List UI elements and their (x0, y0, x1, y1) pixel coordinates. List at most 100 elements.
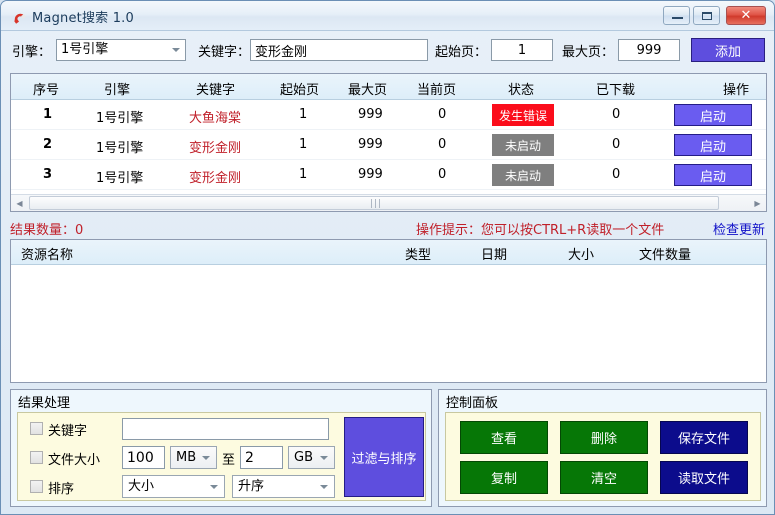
window-title: Magnet搜索 1.0 (32, 7, 134, 26)
table-row[interactable]: 1 1号引擎 大鱼海棠 1 999 0 发生错误 0 启动 (11, 100, 766, 130)
close-icon: ✕ (727, 7, 765, 24)
check-update-link[interactable]: 检查更新 (713, 219, 765, 238)
start-page-label: 起始页： (435, 41, 487, 60)
task-col-action[interactable]: 操作 (723, 79, 749, 98)
scrollbar-thumb[interactable]: ||| (29, 196, 719, 210)
result-col-type[interactable]: 类型 (405, 244, 431, 263)
clear-button-label: 清空 (591, 468, 617, 487)
row-keyword: 变形金刚 (189, 137, 241, 156)
keyword-label: 关键字： (198, 41, 250, 60)
row-max-page: 999 (358, 137, 383, 152)
task-col-status[interactable]: 状态 (508, 79, 534, 98)
row-current-page: 0 (438, 107, 446, 122)
filesize-range-to-label: 至 (222, 449, 235, 468)
result-processing-title: 结果处理 (18, 392, 70, 411)
task-col-start-page[interactable]: 起始页 (280, 79, 319, 98)
row-start-page: 1 (299, 107, 307, 122)
app-magnet-icon (10, 8, 26, 24)
save-file-button-label: 保存文件 (678, 428, 730, 447)
keyword-filter-input[interactable] (122, 418, 329, 440)
start-page-input[interactable] (491, 39, 553, 61)
start-task-label: 启动 (700, 106, 726, 125)
row-current-page: 0 (438, 167, 446, 182)
sort-field-select[interactable]: 大小 (122, 475, 225, 498)
copy-button[interactable]: 复制 (460, 461, 548, 494)
start-task-button[interactable]: 启动 (674, 164, 752, 186)
row-engine: 1号引擎 (96, 137, 143, 156)
table-row[interactable]: 3 1号引擎 变形金刚 1 999 0 未启动 0 启动 (11, 160, 766, 190)
result-col-date[interactable]: 日期 (481, 244, 507, 263)
task-col-downloaded[interactable]: 已下载 (596, 79, 635, 98)
chevron-down-icon (172, 48, 180, 52)
read-file-button[interactable]: 读取文件 (660, 461, 748, 494)
filesize-filter-label: 文件大小 (48, 449, 100, 468)
sort-checkbox[interactable] (30, 480, 43, 493)
task-col-engine[interactable]: 引擎 (104, 79, 130, 98)
add-task-button[interactable]: 添加 (691, 38, 765, 62)
scroll-right-icon[interactable]: ▶ (749, 195, 766, 211)
engine-label: 引擎： (12, 41, 51, 60)
max-page-input[interactable] (618, 39, 680, 61)
start-task-label: 启动 (700, 166, 726, 185)
row-current-page: 0 (438, 137, 446, 152)
clear-button[interactable]: 清空 (560, 461, 648, 494)
delete-button-label: 删除 (591, 428, 617, 447)
row-keyword: 大鱼海棠 (189, 107, 241, 126)
add-task-label: 添加 (715, 41, 741, 60)
keyword-input[interactable] (250, 39, 428, 61)
filesize-filter-checkbox[interactable] (30, 451, 43, 464)
start-task-button[interactable]: 启动 (674, 134, 752, 156)
result-table-body[interactable] (11, 266, 766, 382)
row-engine: 1号引擎 (96, 107, 143, 126)
row-downloaded: 0 (612, 137, 620, 152)
sort-field-value: 大小 (128, 476, 154, 497)
filesize-filter-row: 文件大小 (30, 446, 125, 470)
filesize-min-input[interactable] (122, 446, 165, 469)
task-col-current-page[interactable]: 当前页 (417, 79, 456, 98)
view-button[interactable]: 查看 (460, 421, 548, 454)
app-window: Magnet搜索 1.0 ✕ 引擎： 1号引擎 关键字： 起始页： 最大页： 添… (0, 0, 775, 515)
minimize-button[interactable] (663, 6, 690, 25)
start-task-button[interactable]: 启动 (674, 104, 752, 126)
filesize-min-unit-value: MB (176, 447, 196, 468)
title-bar: Magnet搜索 1.0 ✕ (1, 1, 774, 31)
row-index: 1 (43, 107, 52, 122)
task-col-index[interactable]: 序号 (33, 79, 59, 98)
filesize-max-unit-select[interactable]: GB (288, 446, 335, 469)
filesize-max-input[interactable] (240, 446, 283, 469)
keyword-filter-checkbox[interactable] (30, 422, 43, 435)
filter-and-sort-label: 过滤与排序 (351, 448, 416, 467)
result-table-header: 资源名称 类型 日期 大小 文件数量 (11, 240, 766, 265)
operation-hint-text: 操作提示：您可以按CTRL+R读取一个文件 (416, 219, 664, 238)
row-max-page: 999 (358, 167, 383, 182)
filter-and-sort-button[interactable]: 过滤与排序 (344, 417, 424, 497)
row-downloaded: 0 (612, 167, 620, 182)
engine-select[interactable]: 1号引擎 (56, 39, 186, 61)
row-start-page: 1 (299, 167, 307, 182)
task-table-header: 序号 引擎 关键字 起始页 最大页 当前页 状态 已下载 操作 (11, 74, 766, 100)
task-table-horizontal-scrollbar[interactable]: ◀ ||| ▶ (11, 194, 766, 211)
row-engine: 1号引擎 (96, 167, 143, 186)
task-table: 序号 引擎 关键字 起始页 最大页 当前页 状态 已下载 操作 1 1号引擎 大… (10, 73, 767, 212)
sort-order-select[interactable]: 升序 (232, 475, 335, 498)
scroll-left-icon[interactable]: ◀ (11, 195, 28, 211)
copy-button-label: 复制 (491, 468, 517, 487)
task-col-keyword[interactable]: 关键字 (196, 79, 235, 98)
result-processing-body: 关键字 文件大小 MB 至 GB 排序 大小 (17, 412, 426, 501)
max-page-label: 最大页： (562, 41, 614, 60)
result-col-size[interactable]: 大小 (568, 244, 594, 263)
keyword-filter-row: 关键字 (30, 417, 120, 441)
task-col-max-page[interactable]: 最大页 (348, 79, 387, 98)
table-row[interactable]: 2 1号引擎 变形金刚 1 999 0 未启动 0 启动 (11, 130, 766, 160)
status-badge: 未启动 (492, 134, 554, 156)
delete-button[interactable]: 删除 (560, 421, 648, 454)
row-max-page: 999 (358, 107, 383, 122)
start-task-label: 启动 (700, 136, 726, 155)
result-col-name[interactable]: 资源名称 (21, 244, 73, 263)
save-file-button[interactable]: 保存文件 (660, 421, 748, 454)
maximize-button[interactable] (693, 6, 720, 25)
status-badge-label: 未启动 (505, 137, 541, 154)
close-button[interactable]: ✕ (726, 6, 766, 25)
result-col-filecount[interactable]: 文件数量 (639, 244, 691, 263)
filesize-min-unit-select[interactable]: MB (170, 446, 217, 469)
